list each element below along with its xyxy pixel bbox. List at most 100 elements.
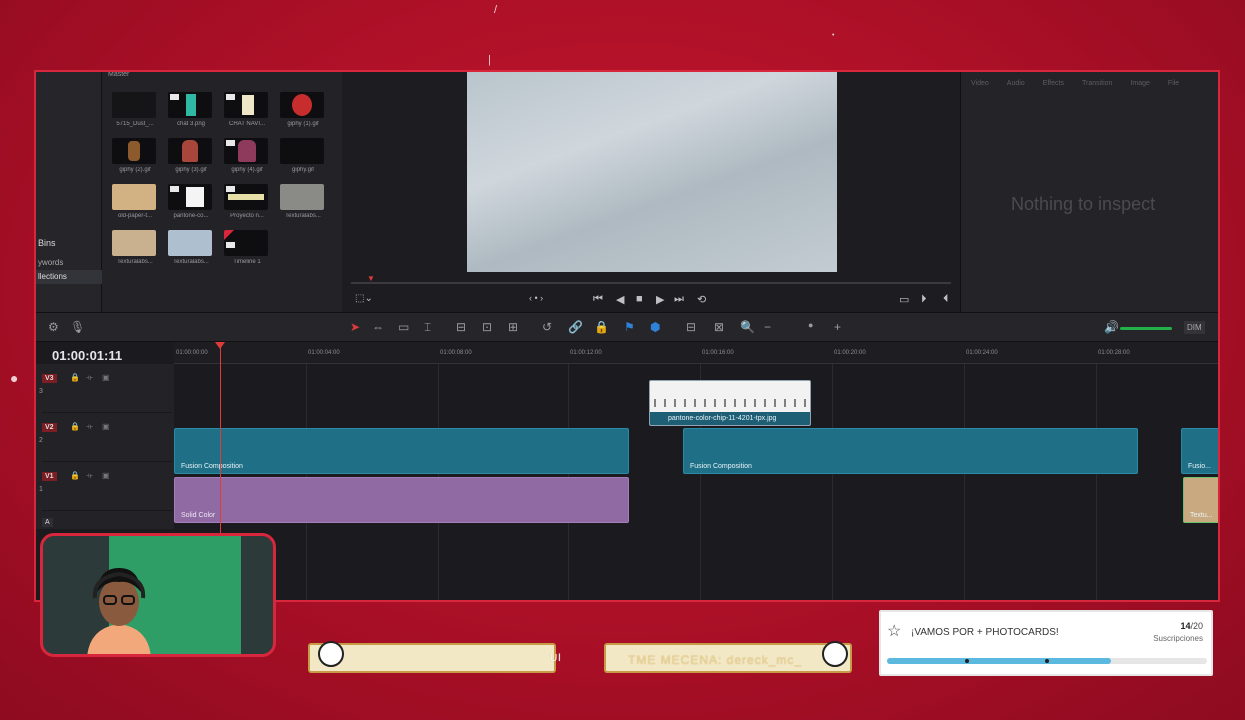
viewer-scrubber[interactable] <box>351 282 951 284</box>
timeline-clip-solid-color[interactable]: Solid Color <box>174 477 629 523</box>
media-pool-sidebar: Bins ywords llections <box>36 72 102 312</box>
timeline-clip-texture[interactable]: Textu... <box>1183 477 1218 523</box>
lock-icon[interactable]: 🔒 <box>594 320 609 334</box>
track-id-audio[interactable]: A <box>42 518 53 527</box>
sidebar-item-bins[interactable]: Bins <box>38 238 56 248</box>
tab-effects[interactable]: Effects <box>1043 80 1064 87</box>
image-badge-icon <box>170 94 179 100</box>
goal-current: 14 <box>1180 621 1191 631</box>
viewer-playhead-icon[interactable]: ▼ <box>367 274 375 283</box>
ruler-time: 01:00:16:00 <box>702 350 734 356</box>
insert-clip-icon[interactable]: ⊟ <box>456 320 466 334</box>
clip-thumbnail <box>224 184 268 210</box>
timeline-clip-fusion[interactable]: Fusion Composition <box>174 428 629 474</box>
goal-subtitle: Suscripciones <box>1153 634 1203 643</box>
media-clip[interactable]: pantone-co... <box>168 184 214 219</box>
tab-image[interactable]: Image <box>1130 80 1149 87</box>
portrait-art <box>238 140 256 162</box>
next-marker-icon[interactable]: ⏵ <box>921 293 927 306</box>
snow-flake: ● <box>10 370 19 386</box>
zoom-in-icon[interactable]: + <box>834 320 841 334</box>
match-frame-icon[interactable]: ▭ <box>899 293 909 306</box>
sidebar-item-collections[interactable]: llections <box>36 270 102 284</box>
timeline-clip-fusion[interactable]: Fusio... <box>1181 428 1218 474</box>
media-clip[interactable]: chat 3.png <box>168 92 214 127</box>
track-lock-icon[interactable]: 🔒 <box>70 422 80 431</box>
tab-file[interactable]: File <box>1168 80 1179 87</box>
clip-name: Texturalabs... <box>285 213 321 219</box>
media-clip[interactable]: CHAT NAVI... <box>224 92 270 127</box>
track-lock-icon[interactable]: 🔒 <box>70 373 80 382</box>
timeline-view-options-icon[interactable]: ⚙ <box>48 320 59 334</box>
loop-icon[interactable]: ⟲ <box>697 293 706 306</box>
grid-line <box>832 364 833 600</box>
auto-select-icon[interactable]: ⟛ <box>86 422 93 432</box>
media-clip[interactable]: Texturalabs... <box>112 230 158 265</box>
media-clip[interactable]: Proyecto n... <box>224 184 270 219</box>
media-clip[interactable]: Timeline 1 <box>224 230 270 265</box>
track-enable-icon[interactable]: ▣ <box>102 373 110 382</box>
volume-slider[interactable] <box>1120 327 1172 330</box>
auto-select-icon[interactable]: ⟛ <box>86 373 93 383</box>
sidebar-item-keywords[interactable]: ywords <box>38 258 63 267</box>
snapping-icon[interactable]: ↺ <box>542 320 552 334</box>
media-clip[interactable]: Texturalabs... <box>280 184 326 219</box>
media-clip[interactable]: giphy (4).gif <box>224 138 270 173</box>
timeline-tracks[interactable]: pantone-color-chip-11-4201-tpx.jpg Fusio… <box>174 364 1218 600</box>
play-icon[interactable]: ▶ <box>656 293 664 306</box>
media-clip[interactable]: old-paper-t... <box>112 184 158 219</box>
image-badge-icon <box>226 140 235 146</box>
media-clip[interactable]: giphy.gif <box>280 138 326 173</box>
timeline-timecode: 01:00:01:11 <box>52 348 123 363</box>
flag-icon[interactable]: ⚑ <box>624 320 635 334</box>
snow-flake: / <box>494 4 498 16</box>
track-id[interactable]: V3 <box>42 374 57 383</box>
previous-marker-icon[interactable]: ⏴ <box>943 293 949 306</box>
track-id[interactable]: V1 <box>42 472 57 481</box>
zoom-full-icon[interactable]: ⊟ <box>686 320 696 334</box>
zoom-out-icon[interactable]: − <box>764 320 771 334</box>
transform-icon[interactable]: ⬚⌄ <box>355 293 373 304</box>
track-enable-icon[interactable]: ▣ <box>102 471 110 480</box>
inspector-tabs: Video Audio Effects Transition Image Fil… <box>971 80 1179 87</box>
go-to-start-icon[interactable]: ⏮ <box>593 293 603 306</box>
tab-video[interactable]: Video <box>971 80 989 87</box>
trim-tool-icon[interactable]: ⇔ <box>372 320 384 334</box>
zoom-slider-handle[interactable]: ● <box>808 320 813 330</box>
voiceover-mic-icon[interactable]: 🎙 <box>70 320 85 334</box>
sidebar-item-collections-label: llections <box>38 272 67 281</box>
media-clip[interactable]: giphy (3).gif <box>168 138 214 173</box>
volume-icon[interactable]: 🔊 <box>1104 320 1119 334</box>
blade-tool-icon[interactable]: ⌶ <box>424 320 431 335</box>
tab-transition[interactable]: Transition <box>1082 80 1112 87</box>
zoom-detail-icon[interactable]: ⊠ <box>714 320 724 334</box>
media-pool: Master 5715_Dust_... chat 3.png CHAT NAV… <box>102 72 342 312</box>
timeline-ruler[interactable]: 01:00:00:00 01:00:04:00 01:00:08:00 01:0… <box>174 342 1218 364</box>
overwrite-clip-icon[interactable]: ⊡ <box>482 320 492 334</box>
zoom-custom-icon[interactable]: 🔍 <box>740 320 755 334</box>
selection-tool-icon[interactable]: ➤ <box>350 320 360 334</box>
dynamic-trim-icon[interactable]: ▭ <box>398 320 409 334</box>
track-id[interactable]: V2 <box>42 423 57 432</box>
jog-control-icon[interactable]: ‹ • › <box>529 293 543 303</box>
replace-clip-icon[interactable]: ⊞ <box>508 320 518 334</box>
link-icon[interactable]: 🔗 <box>568 320 583 334</box>
track-lock-icon[interactable]: 🔒 <box>70 471 80 480</box>
go-to-end-icon[interactable]: ⏭ <box>674 293 684 306</box>
media-clip[interactable]: 5715_Dust_... <box>112 92 158 127</box>
media-clip[interactable]: giphy (2).gif <box>112 138 158 173</box>
dim-button[interactable]: DIM <box>1184 321 1205 334</box>
auto-select-icon[interactable]: ⟛ <box>86 471 93 481</box>
stop-icon[interactable]: ■ <box>636 293 643 305</box>
marker-icon[interactable]: ⬢ <box>650 320 660 334</box>
media-clip[interactable]: Texturalabs... <box>168 230 214 265</box>
ruler-time: 01:00:12:00 <box>570 350 602 356</box>
tab-audio[interactable]: Audio <box>1007 80 1025 87</box>
step-back-icon[interactable]: ◀ <box>616 293 624 306</box>
timeline-clip-still[interactable]: pantone-color-chip-11-4201-tpx.jpg <box>649 380 811 426</box>
track-enable-icon[interactable]: ▣ <box>102 422 110 431</box>
source-viewer: ▼ ⬚⌄ ‹ • › ⏮ ◀ ■ ▶ ⏭ ⟲ ▭ ⏵ ⏴ <box>343 72 960 312</box>
media-clip[interactable]: giphy (1).gif <box>280 92 326 127</box>
timeline-clip-fusion[interactable]: Fusion Composition <box>683 428 1138 474</box>
timeline-corner-icon <box>224 230 234 240</box>
